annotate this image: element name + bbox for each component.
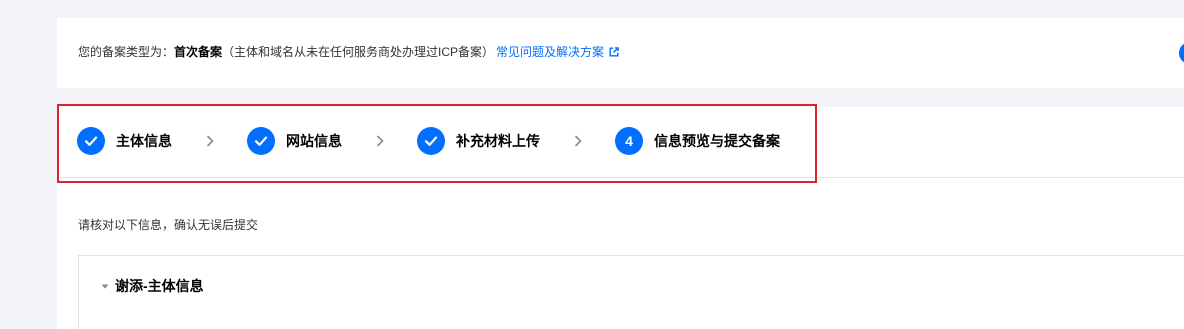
step-label: 信息预览与提交备案 bbox=[654, 133, 780, 149]
caret-down-icon[interactable] bbox=[101, 284, 109, 289]
step-label: 网站信息 bbox=[286, 133, 342, 149]
step-supplementary-materials: 补充材料上传 bbox=[417, 127, 540, 155]
check-icon bbox=[84, 136, 98, 146]
external-link-icon[interactable] bbox=[609, 47, 619, 57]
step-number: 4 bbox=[625, 133, 633, 149]
step-number-badge: 4 bbox=[615, 127, 643, 155]
check-icon bbox=[424, 136, 438, 146]
step-label: 补充材料上传 bbox=[456, 133, 540, 149]
faq-link-label[interactable]: 常见问题及解决方案 bbox=[496, 43, 604, 61]
chevron-right-icon bbox=[206, 135, 214, 147]
chevron-right-icon bbox=[376, 135, 384, 147]
step-status-circle bbox=[77, 127, 105, 155]
chevron-right-icon bbox=[574, 135, 582, 147]
check-icon bbox=[254, 136, 268, 146]
step-preview-submit: 4 信息预览与提交备案 bbox=[615, 127, 780, 155]
filing-type-notice: 您的备案类型为： 首次备案 （主体和域名从未在任何服务商处办理过ICP备案） 常… bbox=[57, 18, 1184, 88]
step-subject-info: 主体信息 bbox=[77, 127, 172, 155]
section-title: 谢添-主体信息 bbox=[115, 278, 204, 294]
filing-type-value: 首次备案 bbox=[174, 45, 223, 59]
step-website-info: 网站信息 bbox=[247, 127, 342, 155]
step-status-circle bbox=[247, 127, 275, 155]
section-header[interactable]: 谢添-主体信息 bbox=[101, 276, 204, 296]
review-instruction: 请核对以下信息，确认无误后提交 bbox=[78, 218, 259, 232]
filing-type-description: （主体和域名从未在任何服务商处办理过ICP备案） bbox=[222, 45, 495, 59]
subject-info-section: 谢添-主体信息 bbox=[78, 255, 1184, 329]
faq-link[interactable]: 常见问题及解决方案 bbox=[496, 43, 619, 61]
step-indicator: 主体信息 网站信息 补充材料上传 4 信息预览与提交备案 bbox=[57, 107, 1184, 178]
filing-review-panel: 主体信息 网站信息 补充材料上传 4 信息预览与提交备案 请核对以下信息，确认无… bbox=[57, 107, 1184, 329]
filing-type-line: 您的备案类型为： 首次备案 （主体和域名从未在任何服务商处办理过ICP备案） 常… bbox=[78, 43, 619, 61]
step-status-circle bbox=[417, 127, 445, 155]
filing-type-label: 您的备案类型为： bbox=[78, 45, 175, 59]
floating-action-button[interactable] bbox=[1179, 42, 1184, 64]
step-label: 主体信息 bbox=[116, 133, 172, 149]
